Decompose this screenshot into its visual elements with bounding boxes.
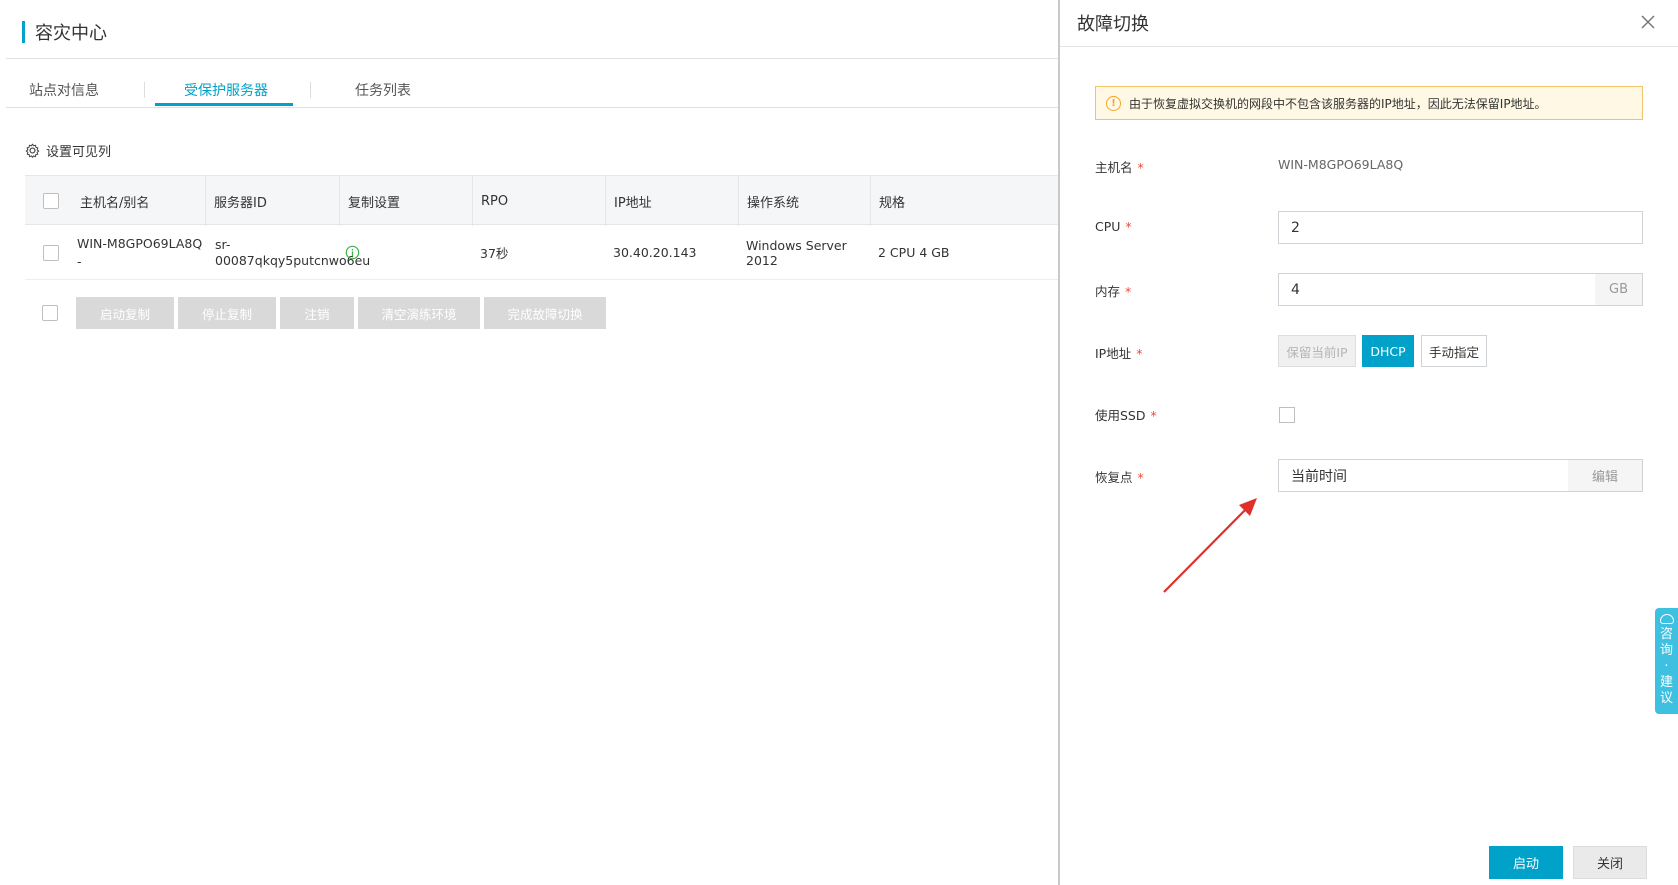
- complete-failover-button[interactable]: 完成故障切换: [484, 297, 606, 329]
- row-select-cell: [25, 225, 77, 280]
- cell-server-id: sr- 00087qkqy5putcnwo6eu: [215, 225, 370, 280]
- table-row[interactable]: WIN-M8GPO69LA8Q - sr- 00087qkqy5putcnwo6…: [25, 225, 1060, 280]
- drawer-header: 故障切换: [1060, 0, 1678, 47]
- select-all-cell: [25, 176, 77, 226]
- cell-ip-address: 30.40.20.143: [613, 245, 697, 260]
- warning-alert-text: 由于恢复虚拟交换机的网段中不包含该服务器的IP地址，因此无法保留IP地址。: [1129, 96, 1547, 111]
- restore-point-edit-button[interactable]: 编辑: [1568, 459, 1643, 492]
- warning-icon: !: [1106, 95, 1121, 111]
- ssd-label-text: 使用SSD: [1095, 408, 1146, 423]
- consult-feedback-tab[interactable]: 咨 询 · 建 议: [1655, 608, 1678, 714]
- disaster-recovery-page: 容灾中心 站点对信息 受保护服务器 任务列表 设置可见列 主机名/别名 服务器I…: [0, 0, 1060, 885]
- restore-point-label: 恢复点 *: [1095, 467, 1144, 486]
- start-replication-button[interactable]: 启动复制: [76, 297, 174, 329]
- tab-protected-servers[interactable]: 受保护服务器: [184, 80, 268, 100]
- memory-input[interactable]: 4: [1278, 273, 1596, 306]
- hostname-value: WIN-M8GPO69LA8Q: [1278, 157, 1404, 172]
- required-mark: *: [1136, 346, 1143, 361]
- tab-separator: [310, 82, 311, 98]
- server-id-line1: sr-: [215, 236, 231, 252]
- ip-label-text: IP地址: [1095, 346, 1132, 361]
- header-os[interactable]: 操作系统: [738, 176, 870, 226]
- memory-label: 内存 *: [1095, 281, 1131, 300]
- consult-char: ·: [1664, 659, 1669, 674]
- chat-icon: [1659, 614, 1674, 624]
- column-settings-button[interactable]: 设置可见列: [25, 141, 111, 160]
- warning-alert: ! 由于恢复虚拟交换机的网段中不包含该服务器的IP地址，因此无法保留IP地址。: [1095, 86, 1643, 120]
- memory-unit-addon: GB: [1595, 273, 1643, 306]
- cpu-input[interactable]: 2: [1278, 211, 1643, 244]
- restore-point-input[interactable]: 当前时间: [1278, 459, 1569, 492]
- manual-ip-option[interactable]: 手动指定: [1421, 335, 1487, 367]
- column-settings-label: 设置可见列: [46, 145, 112, 160]
- cpu-label: CPU *: [1095, 219, 1132, 234]
- header-rpo[interactable]: RPO: [472, 176, 605, 226]
- deregister-button[interactable]: 注销: [280, 297, 354, 329]
- page-title: 容灾中心: [22, 20, 107, 44]
- consult-char: 议: [1659, 691, 1673, 706]
- title-accent-bar: [22, 21, 25, 43]
- ssd-label: 使用SSD *: [1095, 405, 1157, 424]
- tab-task-list[interactable]: 任务列表: [355, 80, 411, 100]
- tab-separator: [144, 82, 145, 98]
- required-mark: *: [1125, 284, 1132, 299]
- memory-label-text: 内存: [1095, 284, 1121, 299]
- required-mark: *: [1137, 160, 1144, 175]
- clear-drill-button[interactable]: 清空演练环境: [358, 297, 480, 329]
- hostname-label-text: 主机名: [1095, 160, 1133, 175]
- info-icon[interactable]: [345, 245, 360, 260]
- table-header: 主机名/别名 服务器ID 复制设置 RPO IP地址 操作系统 规格: [25, 175, 1060, 226]
- header-ip-address[interactable]: IP地址: [605, 176, 738, 226]
- close-button[interactable]: 关闭: [1573, 846, 1647, 879]
- protected-servers-table: 主机名/别名 服务器ID 复制设置 RPO IP地址 操作系统 规格 WIN-M…: [25, 175, 1060, 280]
- close-icon[interactable]: [1638, 12, 1658, 32]
- start-button[interactable]: 启动: [1489, 846, 1563, 879]
- batch-select-checkbox[interactable]: [42, 305, 58, 321]
- tab-site-pair-info[interactable]: 站点对信息: [29, 80, 99, 100]
- cell-spec: 2 CPU 4 GB: [878, 245, 950, 260]
- required-mark: *: [1137, 470, 1144, 485]
- drawer-title: 故障切换: [1077, 14, 1149, 35]
- hostname-label: 主机名 *: [1095, 157, 1144, 176]
- required-mark: *: [1150, 408, 1157, 423]
- failover-drawer: 故障切换 ! 由于恢复虚拟交换机的网段中不包含该服务器的IP地址，因此无法保留I…: [1060, 0, 1678, 885]
- gear-icon: [25, 143, 40, 158]
- row-checkbox[interactable]: [43, 244, 59, 261]
- cell-os: Windows Server 2012: [746, 237, 847, 268]
- header-hostname[interactable]: 主机名/别名: [77, 176, 205, 226]
- select-all-checkbox[interactable]: [43, 193, 59, 209]
- title-divider: [6, 58, 1060, 59]
- header-spec[interactable]: 规格: [870, 176, 1060, 226]
- page-title-text: 容灾中心: [35, 23, 107, 44]
- alias-text: -: [77, 253, 82, 269]
- active-tab-indicator: [155, 103, 293, 106]
- required-mark: *: [1125, 219, 1132, 234]
- restore-point-label-text: 恢复点: [1095, 470, 1133, 485]
- app-root: 容灾中心 站点对信息 受保护服务器 任务列表 设置可见列 主机名/别名 服务器I…: [0, 0, 1678, 885]
- consult-char: 建: [1659, 675, 1673, 690]
- hostname-text: WIN-M8GPO69LA8Q: [77, 235, 203, 251]
- dhcp-option[interactable]: DHCP: [1362, 335, 1414, 367]
- keep-current-ip-option[interactable]: 保留当前IP: [1278, 335, 1356, 367]
- use-ssd-checkbox[interactable]: [1279, 407, 1295, 423]
- cpu-label-text: CPU: [1095, 219, 1121, 234]
- cell-rpo: 37秒: [480, 246, 509, 261]
- header-server-id[interactable]: 服务器ID: [205, 176, 339, 226]
- batch-actions-bar: 启动复制 停止复制 注销 清空演练环境 完成故障切换: [25, 297, 610, 329]
- header-replication-settings[interactable]: 复制设置: [339, 176, 472, 226]
- annotation-arrow: [1163, 498, 1257, 593]
- stop-replication-button[interactable]: 停止复制: [178, 297, 276, 329]
- cell-replication-settings: [339, 225, 472, 280]
- consult-char: 询: [1659, 643, 1673, 658]
- cell-hostname: WIN-M8GPO69LA8Q -: [77, 225, 207, 280]
- ip-label: IP地址 *: [1095, 343, 1142, 362]
- consult-char: 咨: [1659, 627, 1673, 642]
